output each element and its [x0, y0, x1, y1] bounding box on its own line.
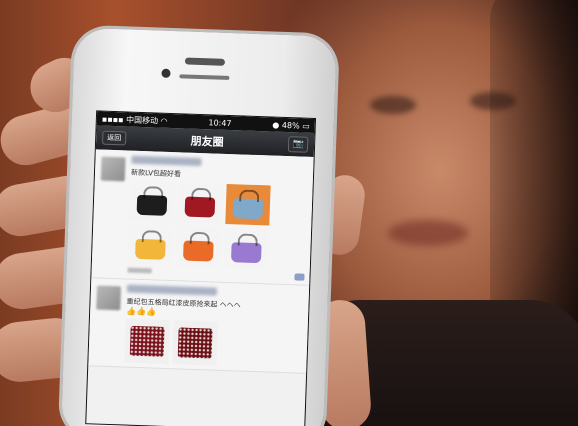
camera-icon: 📷: [292, 139, 304, 150]
moment-post-1: 新款LV包超好看: [91, 149, 314, 286]
camera-button[interactable]: 📷: [287, 136, 309, 153]
handbag-icon: [182, 240, 214, 262]
handbag-icon: [184, 196, 216, 218]
battery-icon: ▭: [302, 121, 310, 131]
photo-thumb[interactable]: [223, 227, 270, 270]
left-eye: [370, 96, 416, 114]
handbag-icon: [232, 198, 264, 220]
earpiece-speaker: [184, 57, 226, 66]
nav-title: 朋友圈: [190, 134, 224, 149]
photo-thumb[interactable]: [177, 182, 223, 224]
moment-post-2: 重纪包五格局红漆皮原抢来起 ヘヘヘ 👍👍👍: [88, 278, 310, 374]
photo-grid: [127, 180, 308, 271]
clock: 10:47: [208, 117, 232, 128]
wifi-icon: ◠: [160, 116, 168, 126]
lock-icon: ●: [272, 120, 280, 130]
handbag-icon: [135, 238, 166, 260]
iphone: ▪▪▪▪ 中国移动 ◠ 10:47 ● 48% ▭ 返回 朋友圈 📷 新款LV包…: [60, 27, 337, 426]
photo-scene: ▪▪▪▪ 中国移动 ◠ 10:47 ● 48% ▭ 返回 朋友圈 📷 新款LV包…: [0, 0, 578, 426]
username-blurred[interactable]: [126, 284, 218, 296]
mouth: [388, 220, 468, 246]
carrier-label: 中国移动: [125, 114, 159, 126]
front-camera: [161, 68, 171, 78]
photo-grid: [124, 318, 302, 369]
photo-thumb[interactable]: [175, 226, 222, 268]
phone-screen: ▪▪▪▪ 中国移动 ◠ 10:47 ● 48% ▭ 返回 朋友圈 📷 新款LV包…: [85, 110, 317, 426]
handbag-icon: [129, 325, 165, 357]
photo-thumb[interactable]: [225, 183, 271, 226]
signal-icon: ▪▪▪▪: [101, 114, 124, 124]
comment-icon[interactable]: [294, 273, 305, 281]
sensor-line: [179, 74, 230, 81]
right-eye: [470, 92, 516, 110]
photo-thumb[interactable]: [129, 180, 175, 223]
battery-label: 48%: [281, 120, 300, 130]
avatar[interactable]: [100, 156, 126, 182]
username-blurred[interactable]: [131, 155, 202, 167]
photo-thumb[interactable]: [127, 224, 174, 267]
photo-thumb[interactable]: [124, 318, 170, 365]
handbag-icon: [136, 194, 168, 216]
handbag-icon: [230, 242, 262, 264]
handbag-icon: [177, 327, 213, 359]
photo-thumb[interactable]: [172, 320, 218, 366]
avatar[interactable]: [96, 285, 122, 311]
back-button[interactable]: 返回: [101, 130, 127, 146]
timestamp-blurred: [127, 267, 152, 274]
